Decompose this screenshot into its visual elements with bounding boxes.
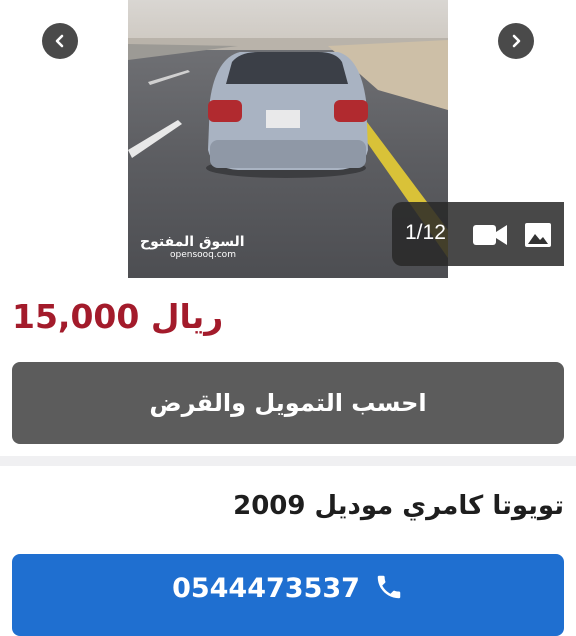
price: 15,000 ريال <box>12 297 224 336</box>
previous-image-button[interactable] <box>42 23 78 59</box>
watermark-english: opensooq.com <box>170 250 236 260</box>
media-counter: 1/12 <box>392 202 564 266</box>
watermark-arabic: السوق المفتوح <box>140 234 245 250</box>
listing-title: تويوتا كامري موديل 2009 <box>233 491 564 521</box>
finance-calculator-button[interactable]: احسب التمويل والقرض <box>12 362 564 444</box>
chevron-right-icon <box>512 34 521 48</box>
video-camera-icon[interactable] <box>472 222 508 252</box>
chevron-left-icon <box>55 34 64 48</box>
next-image-button[interactable] <box>498 23 534 59</box>
watermark: السوق المفتوح opensooq.com <box>140 234 245 261</box>
phone-number: 0544473537 <box>172 573 360 604</box>
phone-icon <box>374 572 404 606</box>
image-gallery[interactable]: السوق المفتوح opensooq.com 1/12 <box>0 0 576 282</box>
image-icon[interactable] <box>524 222 552 252</box>
section-divider <box>0 456 576 466</box>
image-counter: 1/12 <box>405 221 446 244</box>
